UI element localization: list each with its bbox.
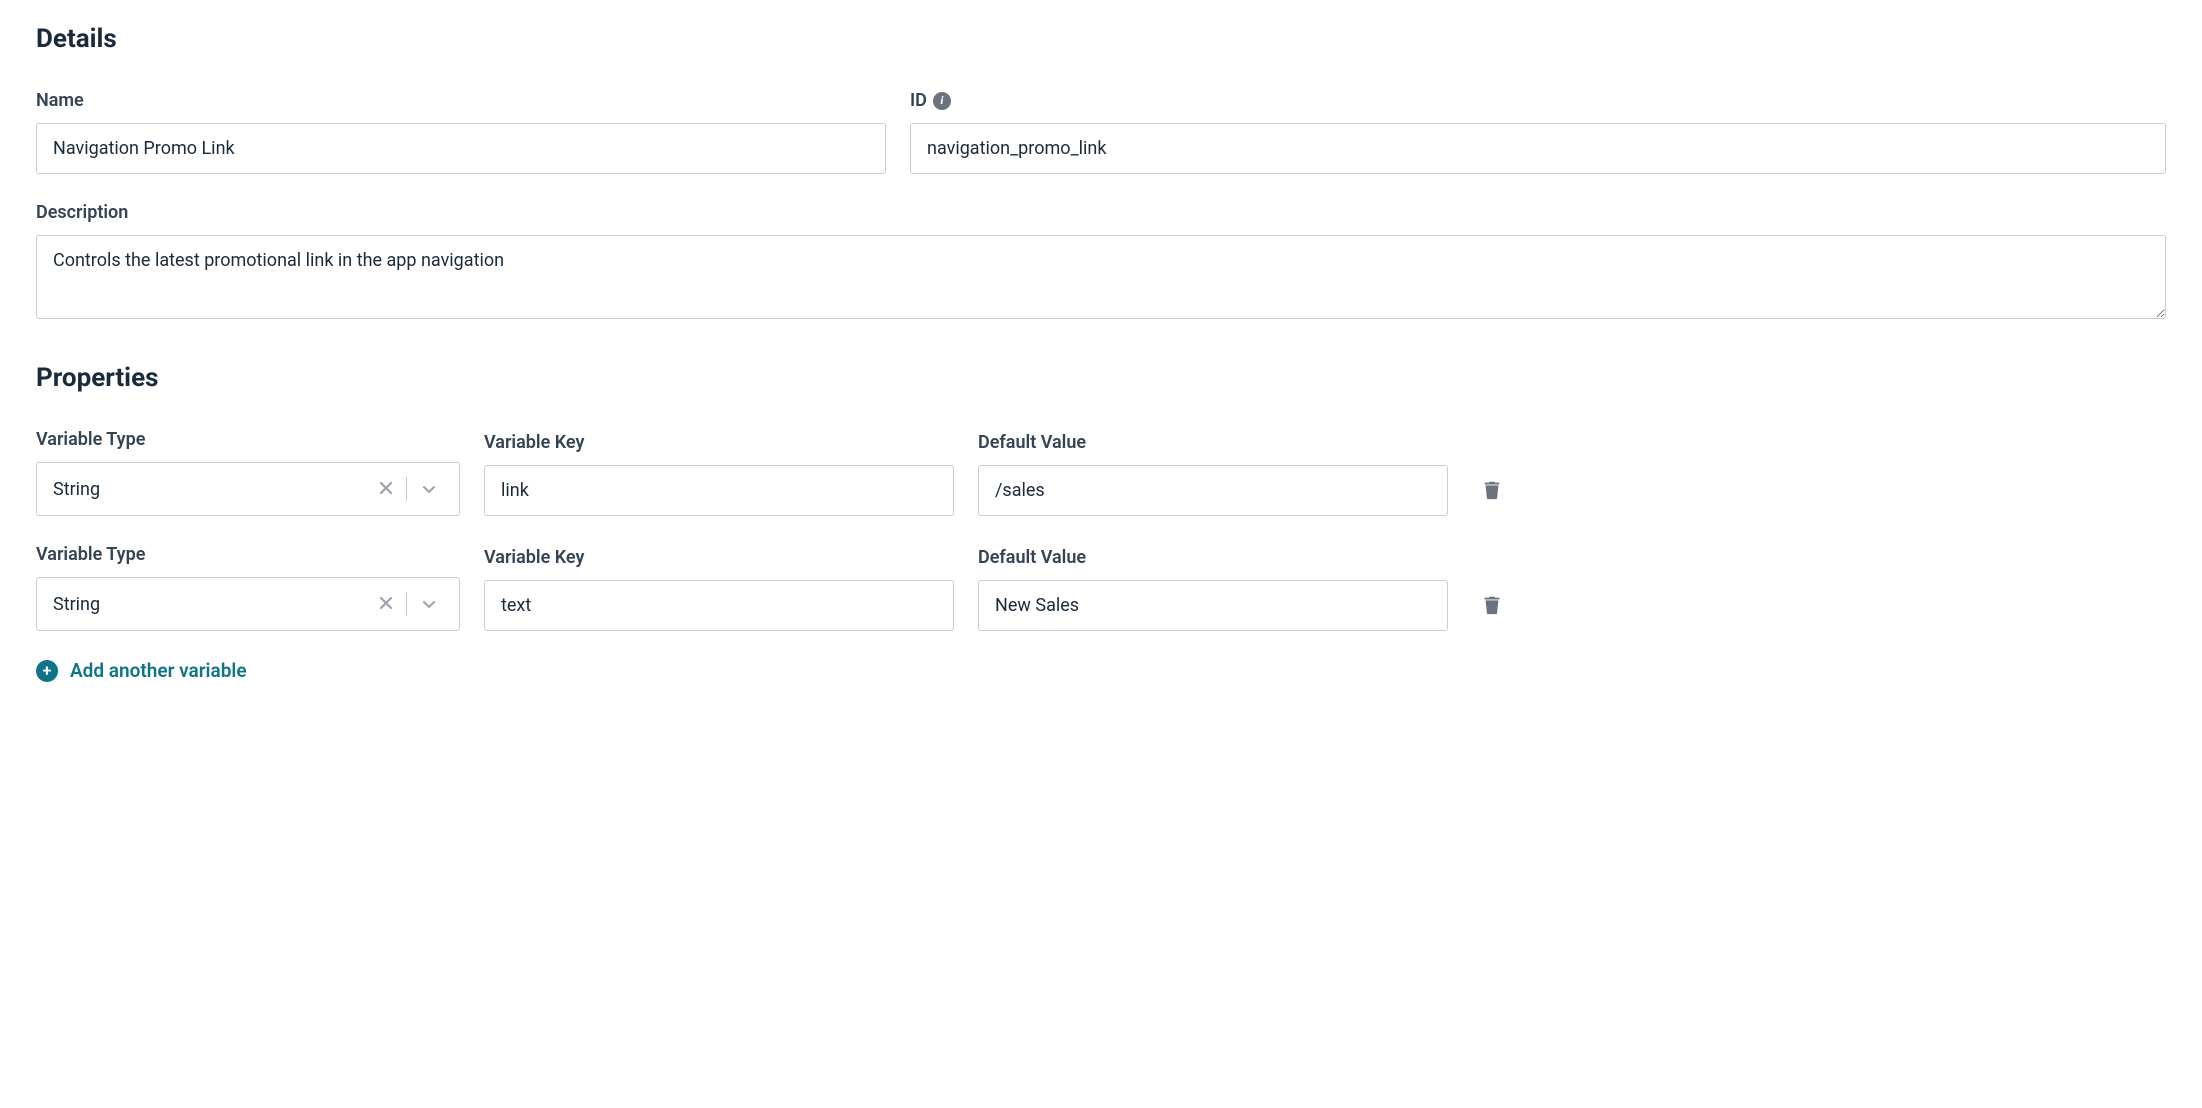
description-label: Description	[36, 202, 2166, 223]
info-icon[interactable]: i	[933, 92, 951, 110]
properties-heading: Properties	[36, 363, 2166, 393]
chevron-down-icon[interactable]	[411, 596, 443, 612]
select-divider	[406, 592, 407, 616]
add-variable-label: Add another variable	[70, 659, 247, 682]
default-value-label: Default Value	[978, 547, 1448, 568]
variable-type-label: Variable Type	[36, 429, 460, 450]
trash-icon[interactable]	[1481, 478, 1503, 502]
property-row: Variable Type String Variable Key Defaul…	[36, 429, 2166, 516]
details-heading: Details	[36, 24, 2166, 54]
default-value-input[interactable]	[978, 465, 1448, 516]
add-another-variable-button[interactable]: + Add another variable	[36, 659, 2166, 682]
name-input[interactable]	[36, 123, 886, 174]
variable-type-select[interactable]: String	[36, 462, 460, 516]
trash-icon[interactable]	[1481, 593, 1503, 617]
plus-circle-icon: +	[36, 660, 58, 682]
variable-key-input[interactable]	[484, 465, 954, 516]
variable-key-label: Variable Key	[484, 432, 954, 453]
id-label: ID	[910, 90, 927, 111]
name-label: Name	[36, 90, 886, 111]
variable-type-value: String	[53, 479, 370, 500]
id-input[interactable]	[910, 123, 2166, 174]
clear-icon[interactable]	[370, 595, 402, 613]
variable-key-input[interactable]	[484, 580, 954, 631]
variable-key-label: Variable Key	[484, 547, 954, 568]
variable-type-label: Variable Type	[36, 544, 460, 565]
variable-type-select[interactable]: String	[36, 577, 460, 631]
description-textarea[interactable]	[36, 235, 2166, 319]
select-divider	[406, 477, 407, 501]
variable-type-value: String	[53, 594, 370, 615]
property-row: Variable Type String Variable Key Defaul…	[36, 544, 2166, 631]
default-value-input[interactable]	[978, 580, 1448, 631]
default-value-label: Default Value	[978, 432, 1448, 453]
clear-icon[interactable]	[370, 480, 402, 498]
chevron-down-icon[interactable]	[411, 481, 443, 497]
